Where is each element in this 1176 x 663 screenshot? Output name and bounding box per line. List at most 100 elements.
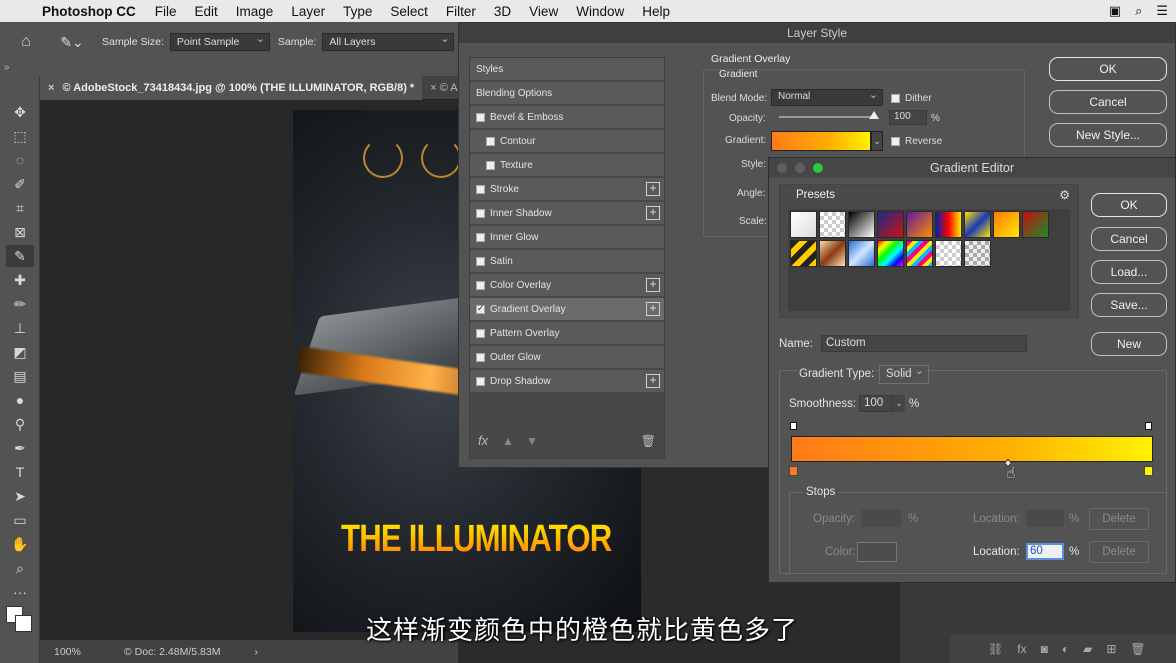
preset-swatch[interactable] bbox=[935, 211, 962, 238]
stop-color-location-field[interactable]: 60 bbox=[1026, 543, 1064, 560]
stop-color-swatch[interactable] bbox=[857, 542, 897, 562]
hand-tool-icon[interactable]: ✋ bbox=[6, 533, 34, 555]
dither-check-box[interactable] bbox=[891, 94, 900, 103]
eyedropper-tool-icon[interactable]: ✎ bbox=[6, 245, 34, 267]
color-stop-left[interactable] bbox=[789, 466, 798, 476]
dodge-tool-icon[interactable]: ⚲ bbox=[6, 413, 34, 435]
menu-app-name[interactable]: Photoshop CC bbox=[36, 4, 146, 19]
menu-file[interactable]: File bbox=[146, 4, 186, 19]
style-item-satin[interactable]: Satin bbox=[470, 250, 664, 273]
more-tools-icon[interactable]: ··· bbox=[6, 581, 34, 603]
reverse-checkbox[interactable]: Reverse bbox=[891, 136, 942, 147]
zoom-level[interactable]: 100% bbox=[54, 646, 124, 658]
preset-swatch[interactable] bbox=[906, 211, 933, 238]
style-item-texture[interactable]: Texture bbox=[470, 154, 664, 177]
style-item-drop-shadow[interactable]: Drop Shadow + bbox=[470, 370, 664, 393]
spotlight-search-icon[interactable]: ⌕ bbox=[1135, 3, 1142, 19]
menu-view[interactable]: View bbox=[520, 4, 567, 19]
style-item-checkbox[interactable] bbox=[476, 184, 485, 194]
preset-swatch[interactable] bbox=[964, 240, 991, 267]
stop-opacity-location-field[interactable] bbox=[1026, 510, 1064, 527]
group-icon[interactable]: ▰ bbox=[1083, 642, 1092, 656]
link-layers-icon[interactable]: ⛓ bbox=[988, 642, 1003, 656]
preset-swatch[interactable] bbox=[877, 240, 904, 267]
styles-header[interactable]: Styles bbox=[470, 58, 664, 81]
marquee-tool-icon[interactable]: ⬚ bbox=[6, 125, 34, 147]
new-style-button[interactable]: New Style... bbox=[1049, 123, 1167, 147]
gradient-load-button[interactable]: Load... bbox=[1091, 260, 1167, 284]
gradient-save-button[interactable]: Save... bbox=[1091, 293, 1167, 317]
quick-select-tool-icon[interactable]: ✐ bbox=[6, 173, 34, 195]
menu-filter[interactable]: Filter bbox=[437, 4, 485, 19]
sample-select[interactable]: All Layers bbox=[322, 32, 455, 51]
notification-list-icon[interactable]: ☰ bbox=[1156, 3, 1168, 19]
crop-tool-icon[interactable]: ⌗ bbox=[6, 197, 34, 219]
gradient-swatch[interactable] bbox=[771, 131, 871, 151]
style-item-checkbox[interactable] bbox=[476, 303, 485, 314]
healing-brush-tool-icon[interactable]: ✚ bbox=[6, 269, 34, 291]
reverse-check-box[interactable] bbox=[891, 137, 900, 146]
gradient-dropdown-icon[interactable]: ⌄ bbox=[871, 131, 883, 151]
style-item-checkbox[interactable] bbox=[476, 112, 485, 122]
menu-help[interactable]: Help bbox=[633, 4, 679, 19]
opacity-slider[interactable] bbox=[779, 116, 877, 118]
style-item-checkbox[interactable] bbox=[476, 232, 485, 242]
opacity-stop-left[interactable] bbox=[790, 422, 797, 430]
add-effect-icon[interactable]: + bbox=[646, 302, 660, 316]
style-item-checkbox[interactable] bbox=[476, 376, 485, 386]
dither-checkbox[interactable]: Dither bbox=[891, 93, 932, 104]
menu-window[interactable]: Window bbox=[567, 4, 633, 19]
style-item-checkbox[interactable] bbox=[476, 352, 485, 362]
zoom-tool-icon[interactable]: ⌕ bbox=[6, 557, 34, 579]
blend-mode-select[interactable]: Normal bbox=[771, 88, 883, 106]
color-stop-right[interactable] bbox=[1144, 466, 1153, 476]
style-item-checkbox[interactable] bbox=[476, 280, 485, 290]
style-item-inner-shadow[interactable]: Inner Shadow + bbox=[470, 202, 664, 225]
status-menu-chevron-icon[interactable]: › bbox=[254, 646, 258, 658]
color-swatches[interactable] bbox=[6, 606, 34, 634]
lasso-tool-icon[interactable]: ◌ bbox=[6, 149, 34, 171]
opacity-field[interactable]: 100 bbox=[889, 110, 927, 125]
style-item-blending-options[interactable]: Blending Options bbox=[470, 82, 664, 105]
gradient-type-select[interactable]: Solid bbox=[879, 364, 929, 384]
sample-size-select[interactable]: Point Sample bbox=[169, 32, 270, 51]
move-down-icon[interactable]: ▼ bbox=[526, 434, 538, 448]
add-effect-icon[interactable]: + bbox=[646, 374, 660, 388]
add-effect-icon[interactable]: + bbox=[646, 278, 660, 292]
preset-swatch[interactable] bbox=[964, 211, 991, 238]
opacity-stop-right[interactable] bbox=[1145, 422, 1152, 430]
menu-edit[interactable]: Edit bbox=[186, 4, 227, 19]
new-layer-icon[interactable]: ⊞ bbox=[1106, 642, 1116, 656]
move-tool-icon[interactable]: ✥ bbox=[6, 101, 34, 123]
style-item-checkbox[interactable] bbox=[476, 328, 485, 338]
close-tab-2-icon[interactable]: × bbox=[430, 82, 436, 94]
preset-swatch[interactable] bbox=[819, 211, 846, 238]
style-item-checkbox[interactable] bbox=[476, 256, 485, 266]
preset-swatch[interactable] bbox=[935, 240, 962, 267]
rectangle-tool-icon[interactable]: ▭ bbox=[6, 509, 34, 531]
style-item-checkbox[interactable] bbox=[486, 160, 495, 170]
style-item-color-overlay[interactable]: Color Overlay + bbox=[470, 274, 664, 297]
panel-collapse-icon[interactable]: » bbox=[4, 62, 10, 73]
menu-layer[interactable]: Layer bbox=[282, 4, 334, 19]
menu-image[interactable]: Image bbox=[227, 4, 283, 19]
gradient-ok-button[interactable]: OK bbox=[1091, 193, 1167, 217]
menu-type[interactable]: Type bbox=[334, 4, 381, 19]
eraser-tool-icon[interactable]: ◩ bbox=[6, 341, 34, 363]
preset-swatch[interactable] bbox=[877, 211, 904, 238]
blur-tool-icon[interactable]: ● bbox=[6, 389, 34, 411]
smoothness-dropdown-icon[interactable]: ⌄ bbox=[893, 395, 905, 412]
eyedropper-preset-icon[interactable]: ✎⌄ bbox=[52, 34, 92, 51]
style-item-bevel-emboss[interactable]: Bevel & Emboss bbox=[470, 106, 664, 129]
trash-icon[interactable]: 🗑 bbox=[1130, 642, 1145, 656]
style-item-inner-glow[interactable]: Inner Glow bbox=[470, 226, 664, 249]
style-item-outer-glow[interactable]: Outer Glow bbox=[470, 346, 664, 369]
gradient-new-button[interactable]: New bbox=[1091, 332, 1167, 356]
gradient-preview-bar[interactable] bbox=[791, 436, 1153, 462]
stamp-tool-icon[interactable]: ⊥ bbox=[6, 317, 34, 339]
preset-swatch[interactable] bbox=[848, 240, 875, 267]
style-item-checkbox[interactable] bbox=[486, 136, 495, 146]
name-field[interactable]: Custom bbox=[821, 335, 1027, 352]
background-color-swatch[interactable] bbox=[15, 615, 32, 632]
fx-menu-icon[interactable]: fx bbox=[478, 433, 488, 448]
